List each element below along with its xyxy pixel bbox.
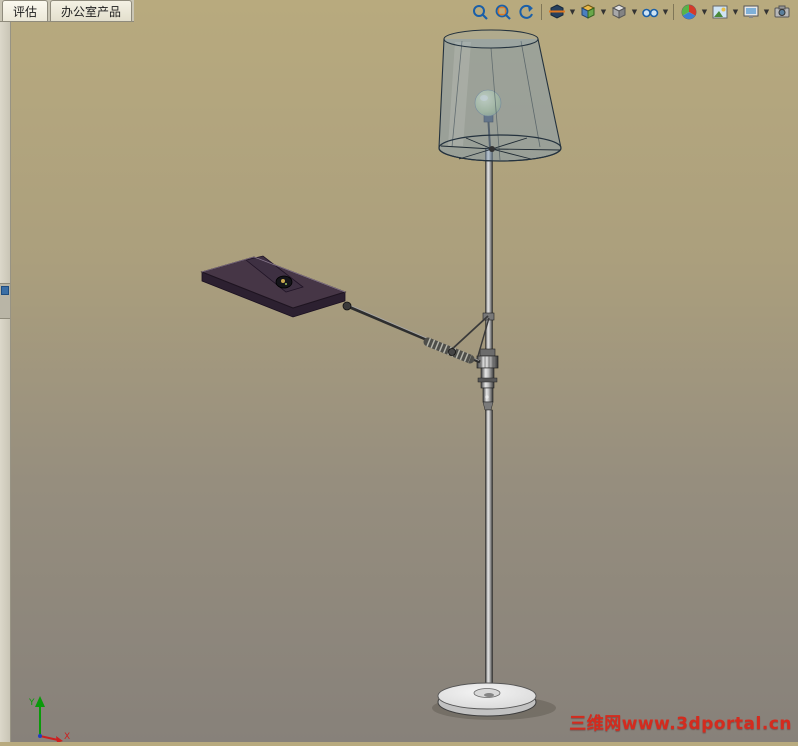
shade-hub bbox=[489, 146, 495, 152]
pole-coupler[interactable] bbox=[476, 348, 499, 411]
apply-scene-dropdown-icon[interactable]: ▼ bbox=[732, 2, 739, 22]
edit-appearance-dropdown-icon[interactable]: ▼ bbox=[701, 2, 708, 22]
lampshade[interactable] bbox=[438, 29, 562, 162]
display-style-dropdown-icon[interactable]: ▼ bbox=[631, 2, 638, 22]
tab-office-products[interactable]: 办公室产品 bbox=[50, 0, 133, 21]
tab-office-products-label: 办公室产品 bbox=[61, 4, 122, 19]
tab-evaluate-label: 评估 bbox=[13, 4, 38, 19]
lamp-lower-pole[interactable] bbox=[485, 409, 493, 697]
edit-appearance-icon[interactable] bbox=[678, 2, 700, 22]
left-panel-strip[interactable] bbox=[0, 21, 11, 742]
book-tray[interactable] bbox=[200, 255, 347, 318]
tab-evaluate[interactable]: 评估 bbox=[2, 0, 49, 21]
display-style-icon[interactable] bbox=[608, 2, 630, 22]
arm-elbow bbox=[342, 301, 352, 311]
panel-grip[interactable] bbox=[0, 283, 10, 319]
graphics-viewport[interactable]: Y X 三维网www.3dportal.cn bbox=[0, 0, 798, 743]
previous-view-icon[interactable] bbox=[515, 2, 537, 22]
view-settings-icon[interactable] bbox=[740, 2, 762, 22]
zoom-to-fit-icon[interactable] bbox=[469, 2, 491, 22]
hide-show-items-icon[interactable] bbox=[639, 2, 661, 22]
triad-y-label: Y bbox=[28, 698, 35, 708]
floor-lamp-model[interactable]: Y X bbox=[0, 0, 798, 743]
panel-grip-icon bbox=[1, 286, 9, 295]
view-orientation-icon[interactable] bbox=[577, 2, 599, 22]
watermark-text: 三维网www.3dportal.cn bbox=[569, 714, 792, 734]
hide-show-dropdown-icon[interactable]: ▼ bbox=[662, 2, 669, 22]
heads-up-toolbar: ▼ ▼ ▼ ▼ ▼ ▼ ▼ bbox=[469, 2, 793, 22]
triad-x-label: X bbox=[64, 732, 70, 742]
lamp-upper-pole[interactable] bbox=[485, 147, 493, 355]
view-settings-dropdown-icon[interactable]: ▼ bbox=[763, 2, 770, 22]
swing-arm[interactable] bbox=[342, 301, 495, 364]
zoom-to-area-icon[interactable] bbox=[492, 2, 514, 22]
camera-icon[interactable] bbox=[771, 2, 793, 22]
toolbar-separator bbox=[673, 4, 674, 20]
view-orientation-dropdown-icon[interactable]: ▼ bbox=[600, 2, 607, 22]
apply-scene-icon[interactable] bbox=[709, 2, 731, 22]
toolbar-separator bbox=[541, 4, 542, 20]
lamp-base[interactable] bbox=[437, 682, 537, 717]
section-view-icon[interactable] bbox=[546, 2, 568, 22]
reference-triad bbox=[35, 696, 63, 743]
section-view-dropdown-icon[interactable]: ▼ bbox=[569, 2, 576, 22]
commandmanager-tabbar: 评估 办公室产品 bbox=[0, 0, 135, 22]
